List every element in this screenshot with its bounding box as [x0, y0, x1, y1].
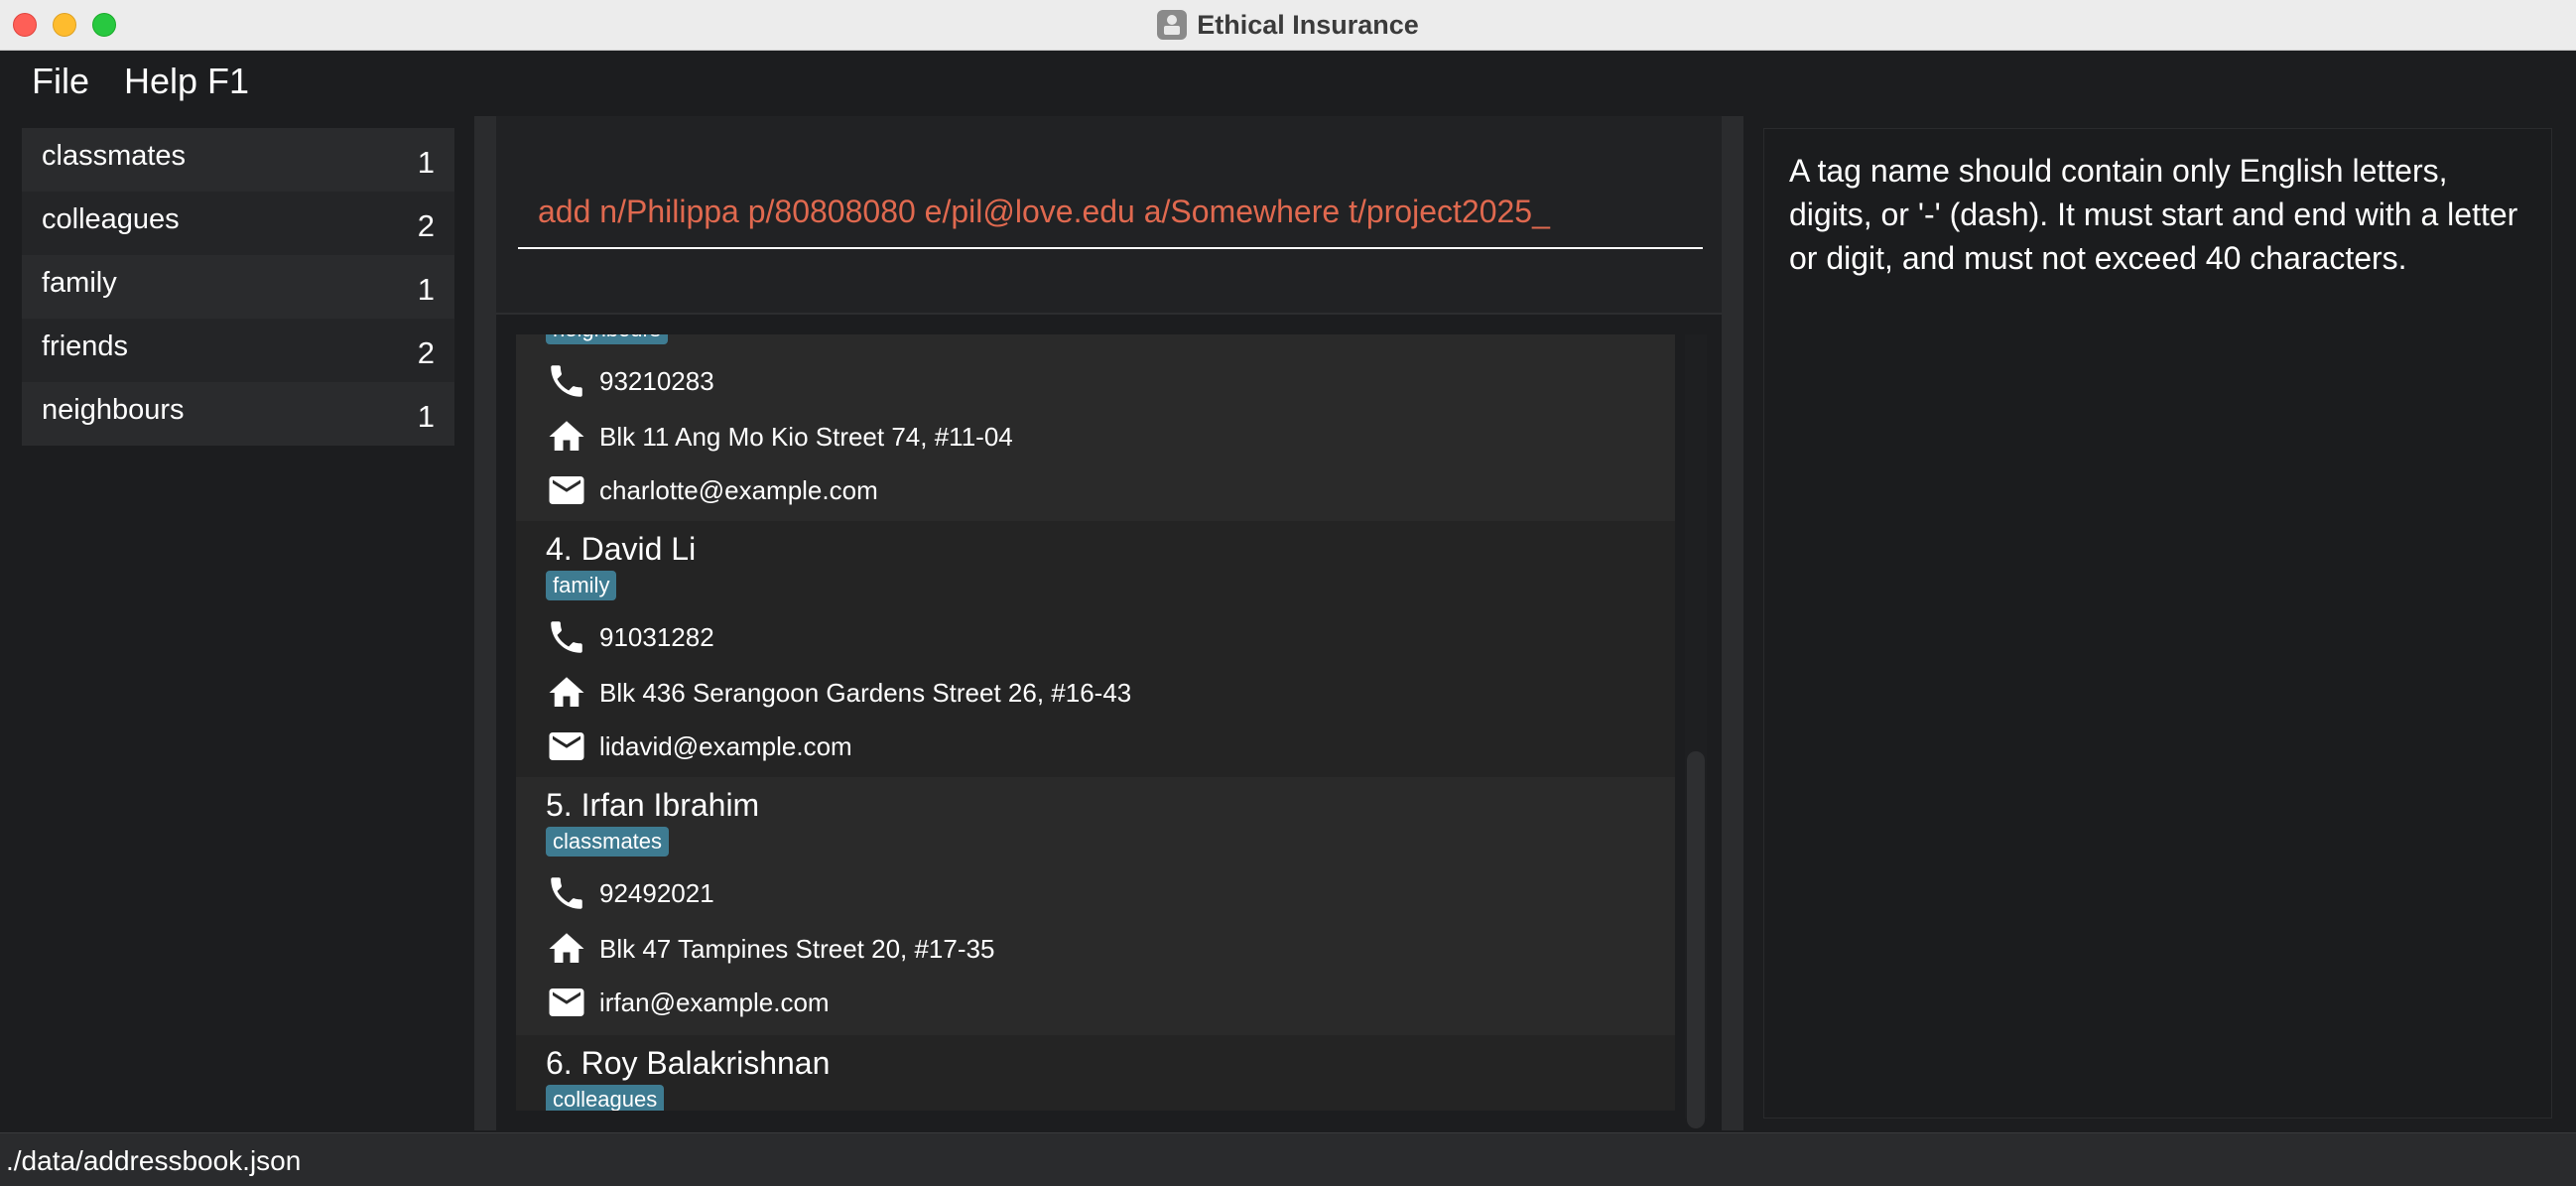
- window-title: Ethical Insurance: [1197, 9, 1419, 40]
- email-text: lidavid@example.com: [599, 730, 852, 761]
- tag-row[interactable]: friends 2: [22, 319, 454, 382]
- save-location: ./data/addressbook.json: [6, 1145, 302, 1176]
- phone-text: 91031282: [599, 621, 714, 652]
- result-panel: A tag name should contain only English l…: [1743, 116, 2576, 1130]
- tag-row[interactable]: classmates 1: [22, 128, 454, 192]
- phone-icon: [551, 365, 582, 397]
- tag-badge: colleagues: [546, 1085, 665, 1111]
- person-list[interactable]: neighbours 93210283 Blk 11 Ang Mo Kio St…: [516, 334, 1675, 1111]
- address-field: Blk 11 Ang Mo Kio Street 74, #11-04: [546, 416, 1013, 458]
- status-bar: ./data/addressbook.json: [0, 1132, 2576, 1186]
- window-titlebar: Ethical Insurance: [0, 0, 2576, 51]
- address-field: Blk 47 Tampines Street 20, #17-35: [546, 928, 994, 970]
- result-display: A tag name should contain only English l…: [1763, 128, 2552, 1119]
- person-name: 6. Roy Balakrishnan: [546, 1045, 831, 1081]
- tag-name: neighbours: [42, 394, 185, 426]
- split-divider-left[interactable]: [474, 116, 496, 1130]
- tag-name: colleagues: [42, 203, 180, 235]
- menu-file[interactable]: File: [32, 61, 89, 102]
- address-text: Blk 47 Tampines Street 20, #17-35: [599, 933, 995, 964]
- tag-panel: classmates 1 colleagues 2 family 1 frien…: [0, 116, 474, 1130]
- command-input[interactable]: add n/Philippa p/80808080 e/pil@love.edu…: [538, 194, 1550, 230]
- email-field: charlotte@example.com: [546, 469, 878, 511]
- person-name: 5. Irfan Ibrahim: [546, 787, 760, 823]
- phone-field: 92492021: [546, 872, 714, 914]
- address-text: Blk 11 Ang Mo Kio Street 74, #11-04: [599, 421, 1013, 452]
- menu-bar: File Help F1: [0, 51, 2576, 116]
- email-text: charlotte@example.com: [599, 474, 878, 505]
- tag-count: 1: [417, 145, 435, 180]
- tag-count: 1: [417, 399, 435, 434]
- split-divider-right[interactable]: [1722, 116, 1743, 1130]
- result-message: A tag name should contain only English l…: [1789, 153, 2518, 276]
- address-field: Blk 436 Serangoon Gardens Street 26, #16…: [546, 672, 1131, 714]
- home-icon: [549, 677, 584, 707]
- tag-name: friends: [42, 330, 129, 362]
- center-panel: add n/Philippa p/80808080 e/pil@love.edu…: [496, 116, 1722, 1130]
- phone-text: 93210283: [599, 365, 714, 396]
- phone-text: 92492021: [599, 877, 714, 908]
- tag-count: 2: [417, 335, 435, 370]
- email-icon: [549, 476, 584, 504]
- menu-help[interactable]: Help F1: [124, 61, 249, 102]
- app-icon: [1157, 10, 1188, 40]
- email-icon: [549, 988, 584, 1016]
- command-input-underline: [518, 247, 1703, 249]
- tag-badge: family: [546, 571, 617, 600]
- command-box: add n/Philippa p/80808080 e/pil@love.edu…: [496, 116, 1722, 315]
- email-field: lidavid@example.com: [546, 725, 852, 767]
- phone-icon: [551, 621, 582, 653]
- tag-count: 2: [417, 208, 435, 243]
- tag-badge: neighbours: [546, 334, 668, 344]
- person-card[interactable]: 4. David Li family 91031282 Blk 436 Sera…: [516, 521, 1675, 777]
- tag-name: classmates: [42, 140, 187, 172]
- phone-field: 93210283: [546, 360, 714, 402]
- person-card[interactable]: 5. Irfan Ibrahim classmates 92492021 Blk…: [516, 777, 1675, 1035]
- tag-badge: classmates: [546, 827, 670, 857]
- person-card[interactable]: 6. Roy Balakrishnan colleagues: [516, 1035, 1675, 1111]
- tag-count: 1: [417, 272, 435, 307]
- tag-row[interactable]: neighbours 1: [22, 382, 454, 446]
- tag-list: classmates 1 colleagues 2 family 1 frien…: [22, 128, 454, 446]
- person-list-scroll-thumb[interactable]: [1687, 751, 1705, 1128]
- address-text: Blk 436 Serangoon Gardens Street 26, #16…: [599, 677, 1132, 708]
- email-field: irfan@example.com: [546, 982, 830, 1023]
- phone-field: 91031282: [546, 616, 714, 658]
- tag-row[interactable]: colleagues 2: [22, 192, 454, 255]
- home-icon: [549, 933, 584, 963]
- home-icon: [549, 421, 584, 451]
- email-icon: [549, 732, 584, 760]
- person-name: 4. David Li: [546, 531, 697, 567]
- tag-row[interactable]: family 1: [22, 255, 454, 319]
- person-card[interactable]: neighbours 93210283 Blk 11 Ang Mo Kio St…: [516, 334, 1675, 521]
- phone-icon: [551, 877, 582, 909]
- email-text: irfan@example.com: [599, 987, 830, 1017]
- tag-name: family: [42, 267, 117, 299]
